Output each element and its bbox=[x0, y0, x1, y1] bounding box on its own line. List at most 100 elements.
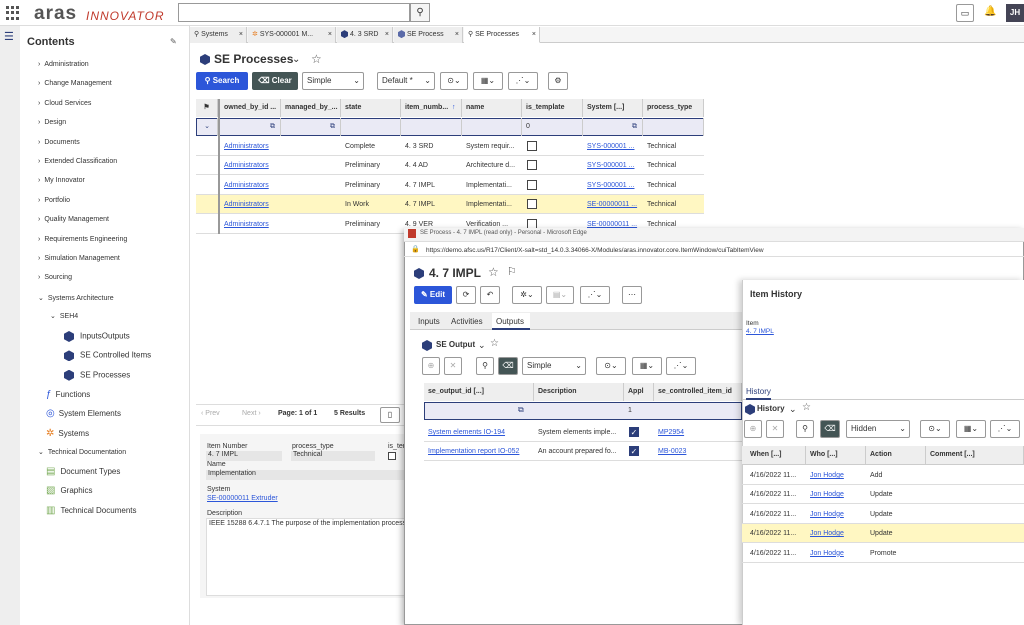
table-cell[interactable]: Administrators bbox=[220, 156, 281, 175]
sidebar-item-tech-doc[interactable]: ⌄ Technical Documentation bbox=[38, 448, 126, 456]
history-item-link[interactable]: 4. 7 IMPL bbox=[746, 328, 774, 335]
flag-icon[interactable]: ⚑ bbox=[196, 99, 218, 117]
search-mode-select[interactable]: Simple ⌄ bbox=[302, 72, 364, 90]
date-picker-icon[interactable]: ⧉ bbox=[518, 405, 524, 415]
who-link[interactable]: Jon Hodge bbox=[806, 466, 866, 485]
sort-ascending-icon[interactable]: ↑ bbox=[452, 104, 456, 111]
app-grid-icon[interactable] bbox=[6, 6, 20, 20]
column-header[interactable]: Description bbox=[534, 383, 624, 401]
table-cell[interactable]: SYS-000001 ... bbox=[583, 137, 643, 156]
add-row-icon[interactable]: ⊕ bbox=[744, 420, 762, 438]
column-header[interactable]: System [...] bbox=[583, 99, 643, 117]
undo-icon[interactable]: ↶ bbox=[480, 286, 500, 304]
sidebar-item[interactable]: › My Innovator bbox=[38, 177, 85, 184]
sidebar-item[interactable]: › Administration bbox=[38, 61, 89, 68]
filter-cell[interactable]: ⧉ bbox=[583, 118, 643, 136]
checkbox-cell[interactable] bbox=[527, 160, 537, 171]
sidebar-item[interactable]: ⌄ Systems Architecture bbox=[38, 294, 114, 302]
add-row-icon[interactable]: ⊕ bbox=[422, 357, 440, 375]
search-icon[interactable]: ⚲ bbox=[476, 357, 494, 375]
sidebar-item[interactable]: › Extended Classification bbox=[38, 158, 117, 165]
column-header[interactable]: state bbox=[341, 99, 401, 117]
close-icon[interactable]: × bbox=[239, 27, 243, 43]
sidebar-item[interactable]: › Change Management bbox=[38, 80, 112, 87]
close-icon[interactable]: × bbox=[328, 27, 332, 43]
filter-cell[interactable]: 0 bbox=[522, 118, 583, 136]
delete-row-icon[interactable]: ✕ bbox=[444, 357, 462, 375]
column-header[interactable]: owned_by_id ... bbox=[220, 99, 281, 117]
search-icon[interactable]: ⚲ bbox=[410, 3, 430, 22]
search-button[interactable]: ⚲ Search bbox=[196, 72, 248, 90]
column-header[interactable]: process_type bbox=[643, 99, 704, 117]
tab-se-process[interactable]: SE Process × bbox=[394, 27, 463, 43]
close-icon[interactable]: × bbox=[532, 27, 536, 43]
date-picker-icon[interactable]: ⧉ bbox=[270, 118, 275, 136]
url-text[interactable]: https://demo.afsc.us/R17/Client/X-salt=s… bbox=[426, 247, 764, 254]
share-menu-icon[interactable]: ⋰⌄ bbox=[990, 420, 1020, 438]
filter-appl[interactable]: 1 bbox=[628, 402, 632, 420]
filter-cell[interactable] bbox=[643, 118, 704, 136]
column-header[interactable]: name bbox=[462, 99, 522, 117]
who-link[interactable]: Jon Hodge bbox=[806, 485, 866, 504]
table-cell[interactable]: Administrators bbox=[220, 176, 281, 195]
tab-sys-000001[interactable]: ✲ SYS-000001 M... × bbox=[248, 27, 336, 43]
appl-checkbox[interactable]: ✓ bbox=[629, 427, 639, 437]
controlled-item-link[interactable]: MP2954 bbox=[654, 423, 742, 442]
bell-icon[interactable]: 🔔 bbox=[984, 6, 996, 17]
actions-menu-icon[interactable]: ⊙⌄ bbox=[596, 357, 626, 375]
close-icon[interactable]: × bbox=[385, 27, 389, 43]
pin-icon[interactable]: ✎ bbox=[170, 37, 177, 46]
output-id-link[interactable]: System elements IO-194 bbox=[424, 423, 534, 442]
sidebar-item[interactable]: › Documents bbox=[38, 139, 80, 146]
controlled-item-link[interactable]: MB-0023 bbox=[654, 442, 742, 461]
sidebar-item[interactable]: ◎ System Elements bbox=[46, 408, 121, 419]
share-menu-icon[interactable]: ⋰⌄ bbox=[508, 72, 538, 90]
tab-systems[interactable]: ⚲ Systems × bbox=[190, 27, 247, 43]
tab-activities[interactable]: Activities bbox=[451, 317, 483, 326]
star-icon[interactable]: ☆ bbox=[311, 52, 322, 66]
column-header[interactable]: When [...] bbox=[746, 446, 806, 464]
filter-cell[interactable]: ⧉ bbox=[220, 118, 281, 136]
prev-button[interactable]: ‹ Prev bbox=[201, 410, 220, 417]
sidebar-item[interactable]: ✲ Systems bbox=[46, 428, 89, 439]
column-header[interactable]: managed_by_... bbox=[281, 99, 341, 117]
column-header[interactable]: Action bbox=[866, 446, 926, 464]
sidebar-item[interactable]: › Quality Management bbox=[38, 216, 109, 223]
tab-inputs[interactable]: Inputs bbox=[418, 317, 440, 326]
column-header[interactable]: Appl bbox=[624, 383, 654, 401]
chevron-down-icon[interactable]: ⌄ bbox=[197, 118, 218, 136]
chevron-down-icon[interactable]: ⌄ bbox=[789, 404, 797, 415]
table-cell[interactable]: SE-00000011 ... bbox=[583, 195, 643, 214]
clipboard-menu-icon[interactable]: ▤⌄ bbox=[546, 286, 574, 304]
sidebar-item[interactable]: › Design bbox=[38, 119, 66, 126]
column-header[interactable]: Comment [...] bbox=[926, 446, 1024, 464]
sidebar-item[interactable]: ▤ Document Types bbox=[46, 466, 120, 477]
sidebar-item[interactable]: › Simulation Management bbox=[38, 255, 120, 262]
sidebar-item[interactable]: SE Processes bbox=[64, 369, 130, 381]
sidebar-item[interactable]: › Portfolio bbox=[38, 197, 70, 204]
filter-cell[interactable] bbox=[341, 118, 401, 136]
sidebar-item[interactable]: ƒ Functions bbox=[46, 389, 90, 400]
history-mode-select[interactable]: Hidden ⌄ bbox=[846, 420, 910, 438]
sidebar-item[interactable]: InputsOutputs bbox=[64, 331, 130, 342]
table-cell[interactable]: SYS-000001 ... bbox=[583, 156, 643, 175]
actions-menu-icon[interactable]: ⊙⌄ bbox=[920, 420, 950, 438]
sidebar-item[interactable]: › Cloud Services bbox=[38, 100, 91, 107]
checkbox-cell[interactable] bbox=[527, 199, 537, 210]
tab-se-processes[interactable]: ⚲ SE Processes × bbox=[464, 27, 540, 43]
views-menu-icon[interactable]: ▦⌄ bbox=[632, 357, 662, 375]
global-search-input[interactable] bbox=[178, 3, 410, 22]
who-link[interactable]: Jon Hodge bbox=[806, 544, 866, 563]
clear-icon[interactable]: ⌫ bbox=[820, 420, 840, 438]
list-icon[interactable]: ☰ bbox=[4, 30, 14, 43]
checkbox-cell[interactable] bbox=[527, 141, 537, 151]
column-header[interactable]: se_output_id [...] bbox=[424, 383, 534, 401]
avatar[interactable]: JH bbox=[1006, 4, 1024, 22]
search-mode-select[interactable]: Simple ⌄ bbox=[522, 357, 586, 375]
date-picker-icon[interactable]: ⧉ bbox=[632, 118, 637, 136]
column-header[interactable]: is_template bbox=[522, 99, 583, 117]
star-icon[interactable]: ☆ bbox=[488, 265, 499, 279]
filter-cell[interactable]: ⧉ bbox=[281, 118, 341, 136]
settings-icon[interactable]: ⚙ bbox=[548, 72, 568, 90]
chevron-down-icon[interactable]: ⌄ bbox=[292, 54, 300, 65]
